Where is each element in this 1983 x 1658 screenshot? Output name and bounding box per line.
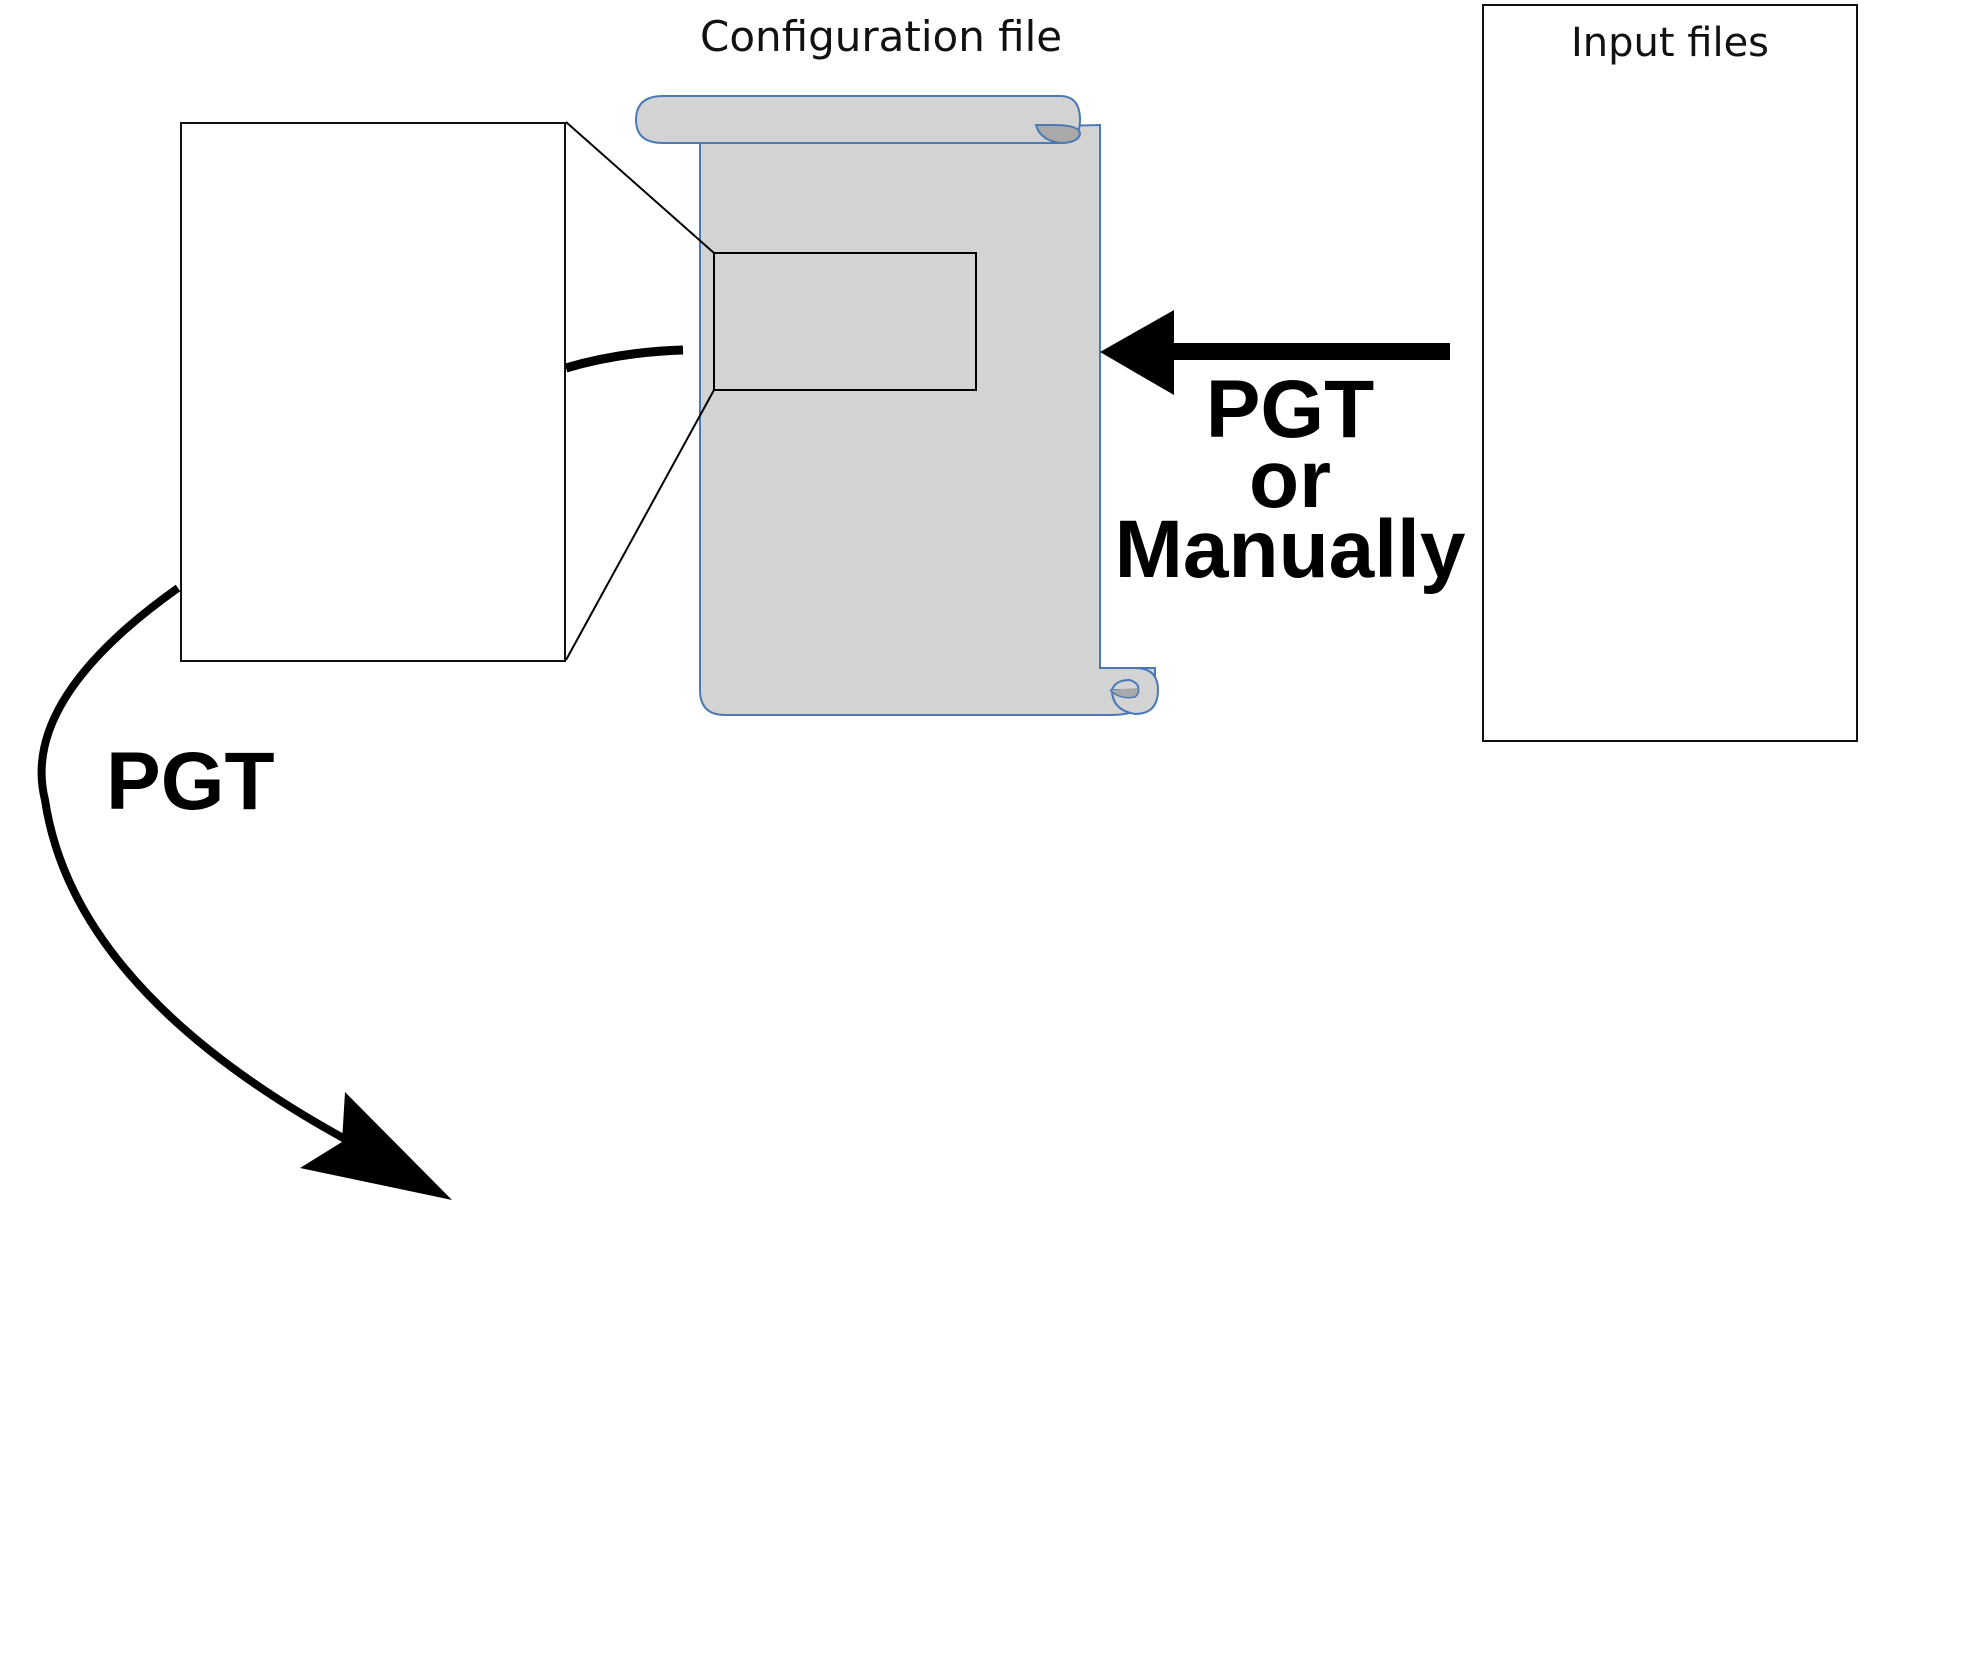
genome-plot xyxy=(0,0,1983,1658)
